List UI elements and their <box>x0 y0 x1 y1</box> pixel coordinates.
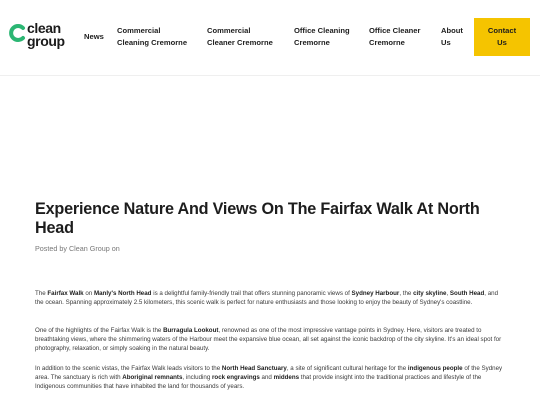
article-paragraph-3: In addition to the scenic vistas, the Fa… <box>35 364 505 391</box>
highlight-aboriginal-remnants: Aboriginal remnants <box>122 374 183 381</box>
nav-commercial-cleaner-line-1: Commercial <box>207 26 251 35</box>
nav-office-cleaning-cremorne[interactable]: Office Cleaning Cremorne <box>294 25 350 49</box>
highlight-city-skyline: city skyline <box>413 290 447 297</box>
nav-news[interactable]: News <box>84 31 104 43</box>
highlight-manly-north-head: Manly's North Head <box>93 290 152 297</box>
nav-office-cleaning-line-2: Cremorne <box>294 38 330 47</box>
contact-line-2: Us <box>497 38 507 47</box>
logo-mark-icon <box>9 24 25 42</box>
nav-about-line-1: About <box>441 26 463 35</box>
highlight-middens: middens <box>273 374 300 381</box>
text: , including <box>182 374 213 381</box>
nav-commercial-cleaning-line-1: Commercial <box>117 26 161 35</box>
highlight-burragula-lookout: Burragula Lookout <box>163 327 219 334</box>
logo-line-2: group <box>27 33 65 49</box>
nav-commercial-cleaning-line-2: Cleaning Cremorne <box>117 38 188 47</box>
nav-commercial-cleaning-cremorne[interactable]: Commercial Cleaning Cremorne <box>117 25 187 49</box>
text: on <box>83 290 94 297</box>
text: , the <box>399 290 414 297</box>
nav-commercial-cleaner-line-2: Cleaner Cremorne <box>207 38 273 47</box>
nav-commercial-cleaner-cremorne[interactable]: Commercial Cleaner Cremorne <box>207 25 273 49</box>
nav-office-cleaner-line-2: Cremorne <box>369 38 405 47</box>
text: The <box>35 290 48 297</box>
text: and <box>259 374 274 381</box>
nav-about-us[interactable]: About Us <box>441 25 463 49</box>
article-paragraph-1: The Fairfax Walk on Manly's North Head i… <box>35 289 505 307</box>
highlight-sydney-harbour: Sydney Harbour <box>351 290 400 297</box>
highlight-rock-engravings: rock engravings <box>212 374 260 381</box>
text: is a delightful family-friendly trail th… <box>151 290 352 297</box>
nav-office-cleaner-line-1: Office Cleaner <box>369 26 421 35</box>
highlight-north-head-sanctuary: North Head Sanctuary <box>221 365 287 372</box>
contact-us-button[interactable]: Contact Us <box>474 18 530 56</box>
article-paragraph-2: One of the highlights of the Fairfax Wal… <box>35 326 505 353</box>
highlight-fairfax-walk: Fairfax Walk <box>47 290 84 297</box>
logo-wordmark: clean group <box>27 21 65 49</box>
site-header: clean group News Commercial Cleaning Cre… <box>0 0 540 76</box>
highlight-indigenous-people: indigenous people <box>407 365 463 372</box>
article-title: Experience Nature And Views On The Fairf… <box>35 200 480 237</box>
nav-office-cleaning-line-1: Office Cleaning <box>294 26 350 35</box>
text: One of the highlights of the Fairfax Wal… <box>35 327 164 334</box>
text: In addition to the scenic vistas, the Fa… <box>35 365 222 372</box>
nav-office-cleaner-cremorne[interactable]: Office Cleaner Cremorne <box>369 25 421 49</box>
clean-group-logo[interactable]: clean group <box>8 21 72 52</box>
nav-about-line-2: Us <box>441 38 451 47</box>
article-meta: Posted by Clean Group on <box>35 244 120 253</box>
highlight-south-head: South Head <box>449 290 485 297</box>
text: , a site of significant cultural heritag… <box>286 365 408 372</box>
contact-line-1: Contact <box>487 26 517 35</box>
